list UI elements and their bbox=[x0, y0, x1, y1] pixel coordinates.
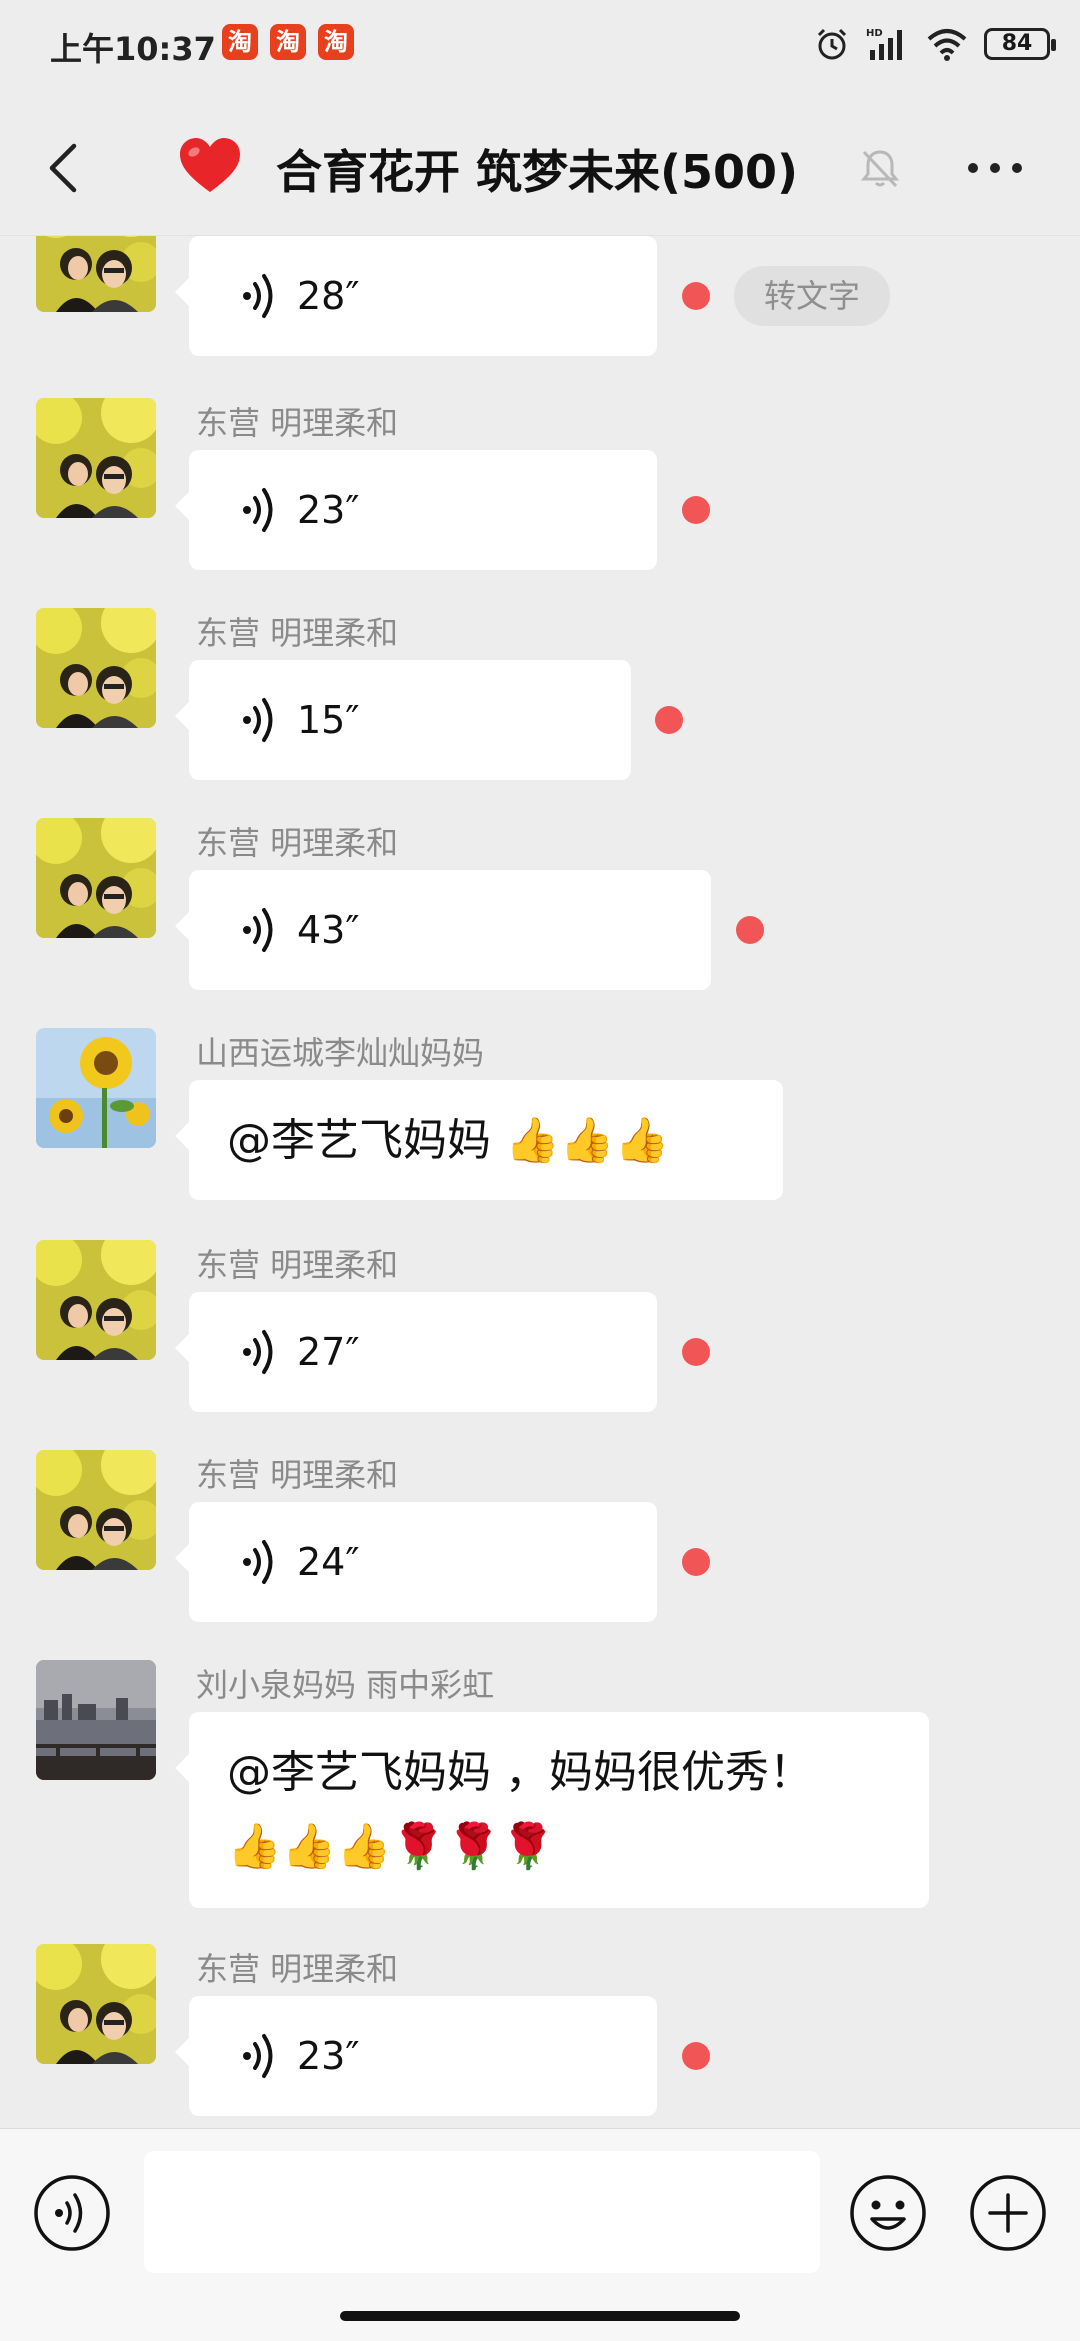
voice-waves-icon bbox=[239, 696, 279, 744]
chat-messages[interactable]: 28″ 转文字 东营 明理柔和 23″ 东营 明理柔和 15″ 东营 明理柔和 … bbox=[0, 236, 1080, 2126]
taobao-notification-icon: 淘 bbox=[318, 24, 354, 60]
back-arrow-icon[interactable] bbox=[36, 138, 96, 198]
voice-duration: 23″ bbox=[297, 2034, 360, 2078]
avatar[interactable] bbox=[36, 1028, 156, 1148]
message-input[interactable] bbox=[144, 2151, 820, 2273]
status-icons: HD 84 bbox=[814, 22, 1056, 66]
voice-waves-icon bbox=[239, 486, 279, 534]
battery-icon: 84 bbox=[984, 28, 1056, 60]
unread-dot bbox=[655, 706, 683, 734]
voice-message-bubble[interactable]: 28″ bbox=[175, 236, 657, 356]
voice-message-bubble[interactable]: 23″ bbox=[175, 450, 657, 570]
input-bar bbox=[0, 2128, 1080, 2341]
voice-duration: 23″ bbox=[297, 488, 360, 532]
text-message-bubble[interactable]: @李艺飞妈妈 👍👍👍 bbox=[175, 1080, 783, 1200]
alarm-icon bbox=[817, 28, 847, 60]
avatar[interactable] bbox=[36, 398, 156, 518]
chat-header: 合育花开 筑梦未来(500) bbox=[0, 100, 1080, 236]
sender-name: 东营 明理柔和 bbox=[196, 614, 399, 652]
voice-waves-icon bbox=[239, 906, 279, 954]
avatar[interactable] bbox=[36, 608, 156, 728]
unread-dot bbox=[682, 496, 710, 524]
sender-name: 东营 明理柔和 bbox=[196, 404, 399, 442]
voice-waves-icon bbox=[239, 1328, 279, 1376]
voice-duration: 28″ bbox=[297, 274, 360, 318]
voice-duration: 43″ bbox=[297, 908, 360, 952]
text-message-bubble[interactable]: @李艺飞妈妈 ，妈妈很优秀！ 👍👍👍🌹🌹🌹 bbox=[175, 1712, 929, 1908]
unread-dot bbox=[682, 1548, 710, 1576]
voice-message-bubble[interactable]: 23″ bbox=[175, 1996, 657, 2116]
sender-name: 东营 明理柔和 bbox=[196, 1246, 399, 1284]
unread-dot bbox=[682, 2042, 710, 2070]
more-icon[interactable] bbox=[960, 148, 1030, 188]
sender-name: 东营 明理柔和 bbox=[196, 824, 399, 862]
sender-name: 东营 明理柔和 bbox=[196, 1950, 399, 1988]
signal-icon: HD bbox=[866, 28, 902, 60]
voice-message-bubble[interactable]: 43″ bbox=[175, 870, 711, 990]
unread-dot bbox=[682, 1338, 710, 1366]
convert-to-text-button[interactable]: 转文字 bbox=[734, 266, 890, 326]
plus-icon[interactable] bbox=[968, 2173, 1048, 2253]
voice-waves-icon bbox=[239, 2032, 279, 2080]
voice-message-bubble[interactable]: 15″ bbox=[175, 660, 631, 780]
voice-waves-icon bbox=[239, 1538, 279, 1586]
voice-message-bubble[interactable]: 24″ bbox=[175, 1502, 657, 1622]
mute-bell-icon bbox=[860, 150, 900, 188]
svg-text:HD: HD bbox=[866, 28, 883, 39]
home-indicator[interactable] bbox=[340, 2311, 740, 2321]
unread-dot bbox=[736, 916, 764, 944]
status-time: 上午10:37 bbox=[50, 30, 216, 68]
voice-duration: 15″ bbox=[297, 698, 360, 742]
message-text: @李艺飞妈妈 👍👍👍 bbox=[227, 1115, 670, 1166]
message-text-line: 👍👍👍🌹🌹🌹 bbox=[227, 1821, 556, 1872]
avatar[interactable] bbox=[36, 1240, 156, 1360]
emoji-icon[interactable] bbox=[848, 2173, 928, 2253]
taobao-notification-icon: 淘 bbox=[222, 24, 258, 60]
voice-input-icon[interactable] bbox=[32, 2173, 112, 2253]
message-text-line: @李艺飞妈妈 ，妈妈很优秀！ bbox=[227, 1747, 813, 1798]
chat-title: 合育花开 筑梦未来(500) bbox=[276, 145, 799, 199]
voice-waves-icon bbox=[239, 272, 279, 320]
heart-icon bbox=[180, 138, 240, 192]
sender-name: 东营 明理柔和 bbox=[196, 1456, 399, 1494]
taobao-notification-icon: 淘 bbox=[270, 24, 306, 60]
avatar[interactable] bbox=[36, 236, 156, 312]
voice-duration: 24″ bbox=[297, 1540, 360, 1584]
avatar[interactable] bbox=[36, 818, 156, 938]
sender-name: 山西运城李灿灿妈妈 bbox=[196, 1034, 485, 1072]
avatar[interactable] bbox=[36, 1450, 156, 1570]
voice-duration: 27″ bbox=[297, 1330, 360, 1374]
sender-name: 刘小泉妈妈 雨中彩虹 bbox=[196, 1666, 495, 1704]
avatar[interactable] bbox=[36, 1944, 156, 2064]
status-bar: 上午10:37 淘 淘 淘 HD 84 bbox=[0, 0, 1080, 90]
wifi-icon bbox=[927, 29, 967, 61]
avatar[interactable] bbox=[36, 1660, 156, 1780]
unread-dot bbox=[682, 282, 710, 310]
voice-message-bubble[interactable]: 27″ bbox=[175, 1292, 657, 1412]
